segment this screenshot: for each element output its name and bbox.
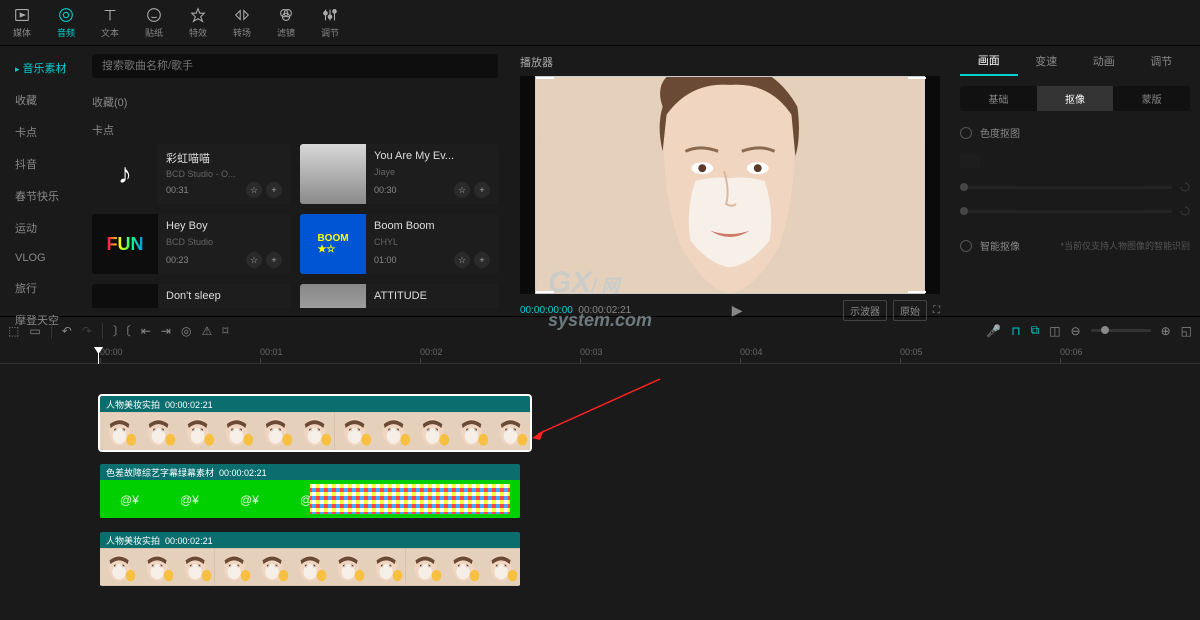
- mic-icon[interactable]: 🎤: [986, 324, 1001, 338]
- chroma-label: 色度抠图: [980, 125, 1020, 140]
- sidebar-item-fav[interactable]: 收藏: [0, 84, 80, 116]
- library-panel: 收藏(0) 卡点 ♪ 彩虹喵喵BCD Studio - O...00:31☆+ …: [80, 46, 510, 316]
- sidebar: 音乐素材 收藏 卡点 抖音 春节快乐 运动 VLOG 旅行 摩登天空: [0, 46, 80, 316]
- fav-count: 收藏(0): [92, 94, 498, 110]
- delete-right-icon[interactable]: ⇥: [161, 324, 171, 338]
- fav-icon[interactable]: ☆: [454, 182, 470, 198]
- crop-icon[interactable]: ⌑: [222, 324, 228, 338]
- tab-adjust[interactable]: 调节: [1133, 46, 1191, 76]
- add-icon[interactable]: +: [266, 252, 282, 268]
- clip-thumbnails: [100, 548, 520, 586]
- tab-canvas[interactable]: 画面: [960, 46, 1018, 76]
- original-button[interactable]: 原始: [893, 300, 927, 321]
- playhead[interactable]: [98, 347, 99, 364]
- preview-icon[interactable]: ◫: [1049, 324, 1060, 338]
- sidebar-item-beat[interactable]: 卡点: [0, 116, 80, 148]
- timeline[interactable]: 00:00 00:01 00:02 00:03 00:04 00:05 00:0…: [0, 344, 1200, 620]
- undo-icon[interactable]: ↶: [62, 324, 72, 338]
- zoom-slider[interactable]: [1091, 329, 1151, 332]
- sticker-tab[interactable]: 贴纸: [132, 0, 176, 45]
- subtab-basic[interactable]: 基础: [960, 86, 1037, 111]
- selection-mode-icon[interactable]: ▭: [29, 324, 40, 338]
- fav-icon[interactable]: ☆: [454, 252, 470, 268]
- player-viewport[interactable]: [520, 76, 940, 294]
- video-clip[interactable]: 人物美妆实拍 00:00:02:21: [100, 532, 520, 586]
- music-card[interactable]: ATTITUDEZHANG JUN: [300, 284, 498, 308]
- rp-subtabs: 基础 抠像 蒙版: [960, 86, 1190, 111]
- player-panel: 播放器: [510, 46, 950, 316]
- svg-text:@¥: @¥: [240, 493, 259, 507]
- smart-label: 智能抠像: [980, 238, 1020, 253]
- filter-tab[interactable]: 滤镜: [264, 0, 308, 45]
- shadow-slider[interactable]: [960, 210, 1172, 213]
- adjust-tab[interactable]: 调节: [308, 0, 352, 45]
- fav-icon[interactable]: ☆: [246, 182, 262, 198]
- time-total: 00:00:02:21: [578, 305, 631, 316]
- tab-speed[interactable]: 变速: [1018, 46, 1076, 76]
- zoom-in-icon[interactable]: ⊕: [1161, 324, 1171, 338]
- rp-tabs: 画面 变速 动画 调节: [960, 46, 1190, 76]
- fav-icon[interactable]: ☆: [246, 252, 262, 268]
- redo-icon[interactable]: ↷: [82, 324, 92, 338]
- reset-icon[interactable]: [1180, 206, 1190, 216]
- transition-tab[interactable]: 转场: [220, 0, 264, 45]
- tab-anim[interactable]: 动画: [1075, 46, 1133, 76]
- music-card[interactable]: BOOM★☆ Boom BoomCHYL01:00☆+: [300, 214, 498, 274]
- link-icon[interactable]: ⧉: [1031, 323, 1040, 338]
- music-card[interactable]: You Are My Ev...Jiaye00:30☆+: [300, 144, 498, 204]
- reset-icon[interactable]: [1180, 182, 1190, 192]
- audio-tab[interactable]: 音频: [44, 0, 88, 45]
- music-card[interactable]: FUN Don't sleepBCD Studio: [92, 284, 290, 308]
- video-clip[interactable]: 色差故障综艺字幕绿幕素材 00:00:02:21 @¥@¥@¥@¥: [100, 464, 520, 518]
- svg-text:@¥: @¥: [120, 493, 139, 507]
- fullscreen-icon[interactable]: ⛶: [933, 305, 940, 316]
- smart-checkbox[interactable]: [960, 240, 972, 252]
- search-input[interactable]: [92, 54, 498, 78]
- sidebar-item-music[interactable]: 音乐素材: [0, 52, 80, 84]
- select-tool-icon[interactable]: ⬚: [8, 324, 19, 338]
- oscilloscope-button[interactable]: 示波器: [843, 300, 887, 321]
- play-button[interactable]: ▶: [732, 302, 743, 319]
- magnet-icon[interactable]: ⊓: [1011, 324, 1020, 338]
- smart-note: *当前仅支持人物图像的智能识别: [1028, 239, 1190, 252]
- text-tab[interactable]: 文本: [88, 0, 132, 45]
- top-toolbar: 媒体 音频 文本 贴纸 特效 转场 滤镜 调节: [0, 0, 1200, 46]
- section-title: 卡点: [92, 122, 498, 138]
- media-tab[interactable]: 媒体: [0, 0, 44, 45]
- subtab-cutout[interactable]: 抠像: [1037, 86, 1114, 111]
- preview-image: [536, 77, 924, 293]
- add-icon[interactable]: +: [474, 252, 490, 268]
- sidebar-item-douyin[interactable]: 抖音: [0, 148, 80, 180]
- sidebar-item-sport[interactable]: 运动: [0, 212, 80, 244]
- color-picker[interactable]: [960, 154, 980, 168]
- zoom-out-icon[interactable]: ⊖: [1071, 324, 1081, 338]
- music-card[interactable]: ♪ 彩虹喵喵BCD Studio - O...00:31☆+: [92, 144, 290, 204]
- player-title: 播放器: [520, 54, 940, 70]
- clip-thumbnails: [100, 412, 530, 450]
- add-icon[interactable]: +: [474, 182, 490, 198]
- time-current: 00:00:00:00: [520, 305, 573, 316]
- add-icon[interactable]: +: [266, 182, 282, 198]
- zoom-fit-icon[interactable]: ◱: [1181, 324, 1192, 338]
- sidebar-item-spring[interactable]: 春节快乐: [0, 180, 80, 212]
- chroma-checkbox[interactable]: [960, 127, 972, 139]
- subtab-mask[interactable]: 蒙版: [1113, 86, 1190, 111]
- warn-icon[interactable]: ⚠: [201, 324, 212, 338]
- properties-panel: 画面 变速 动画 调节 基础 抠像 蒙版 色度抠图 智能抠像 *当前仅支持人物图像…: [950, 46, 1200, 316]
- freeze-icon[interactable]: ◎: [181, 324, 191, 338]
- clip-thumbnails: @¥@¥@¥@¥: [100, 480, 520, 518]
- delete-left-icon[interactable]: ⇤: [141, 324, 151, 338]
- svg-text:@¥: @¥: [180, 493, 199, 507]
- time-ruler[interactable]: 00:00 00:01 00:02 00:03 00:04 00:05 00:0…: [0, 344, 1200, 364]
- sidebar-item-travel[interactable]: 旅行: [0, 272, 80, 304]
- sidebar-item-vlog[interactable]: VLOG: [0, 244, 80, 272]
- video-clip[interactable]: 人物美妆实拍 00:00:02:21: [100, 396, 530, 450]
- intensity-slider[interactable]: [960, 186, 1172, 189]
- music-card[interactable]: FUN Hey BoyBCD Studio00:23☆+: [92, 214, 290, 274]
- player-controls: 00:00:00:00 00:00:02:21 ▶ 示波器 原始 ⛶: [520, 294, 940, 321]
- split-icon[interactable]: 〕〔: [113, 322, 131, 339]
- music-grid: ♪ 彩虹喵喵BCD Studio - O...00:31☆+ You Are M…: [92, 144, 498, 308]
- effect-tab[interactable]: 特效: [176, 0, 220, 45]
